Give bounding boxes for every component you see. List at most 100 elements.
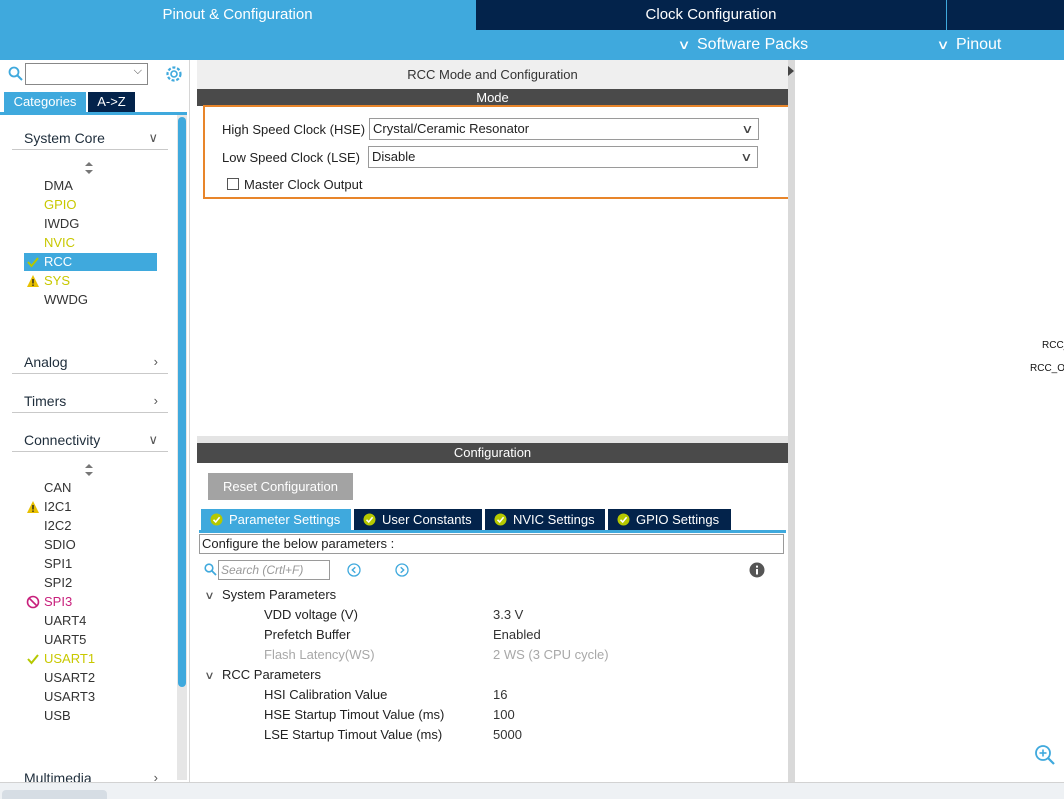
param-value[interactable]: 5000 <box>493 727 522 742</box>
group-label: System Parameters <box>222 587 337 602</box>
sort-icon[interactable] <box>84 161 94 175</box>
tab-label: GPIO Settings <box>636 512 720 527</box>
list-item-usb[interactable]: USB <box>24 707 157 725</box>
list-item-sys[interactable]: SYS <box>24 272 157 290</box>
warning-icon <box>27 501 39 513</box>
list-item-nvic[interactable]: NVIC <box>24 234 157 252</box>
check-icon <box>27 257 39 268</box>
check-circle-icon <box>210 513 223 526</box>
param-name[interactable]: HSE Startup Timout Value (ms) <box>264 707 444 722</box>
reset-configuration-button[interactable]: Reset Configuration <box>208 473 353 500</box>
list-item-uart4[interactable]: UART4 <box>24 612 157 630</box>
configure-hint: Configure the below parameters : <box>199 534 784 554</box>
panel-title: RCC Mode and Configuration <box>407 67 578 82</box>
pinout-label: Pinout <box>956 36 1002 53</box>
param-name[interactable]: VDD voltage (V) <box>264 607 358 622</box>
chevron-down-icon: ∨ <box>204 670 215 682</box>
tab-label: User Constants <box>382 512 472 527</box>
parameter-search-input[interactable]: Search (Crtl+F) <box>218 560 330 580</box>
tab-pinout-configuration[interactable]: Pinout & Configuration <box>0 0 475 30</box>
category-label: Connectivity <box>24 432 101 448</box>
chevron-down-icon: ∨ <box>148 130 158 145</box>
bottom-scroll-thumb[interactable] <box>2 790 107 799</box>
category-multimedia[interactable]: Multimedia › <box>12 766 168 782</box>
param-name[interactable]: Prefetch Buffer <box>264 627 350 642</box>
mode-header: Mode <box>197 89 788 106</box>
sort-icon[interactable] <box>84 463 94 477</box>
tab-a-z[interactable]: A->Z <box>88 92 135 112</box>
chevron-down-icon: ∨ <box>740 150 753 164</box>
tab-user-constants[interactable]: User Constants <box>354 509 482 530</box>
tab-extra[interactable] <box>947 0 1064 30</box>
list-item-usart3[interactable]: USART3 <box>24 688 157 706</box>
next-icon[interactable] <box>395 563 409 577</box>
hse-select[interactable]: Crystal/Ceramic Resonator ∨ <box>369 118 759 140</box>
left-scrollbar[interactable] <box>178 117 186 687</box>
group-rcc-parameters[interactable]: ∨ RCC Parameters <box>204 667 321 682</box>
param-value[interactable]: 100 <box>493 707 515 722</box>
list-item-uart5[interactable]: UART5 <box>24 631 157 649</box>
list-item-i2c1[interactable]: I2C1 <box>24 498 157 516</box>
top-bar: Pinout & Configuration Clock Configurati… <box>0 0 1064 60</box>
param-value[interactable]: Enabled <box>493 627 541 642</box>
tabs-underline <box>199 530 786 533</box>
category-timers[interactable]: Timers › <box>12 389 168 413</box>
list-item-i2c2[interactable]: I2C2 <box>24 517 157 535</box>
warning-icon <box>27 275 39 287</box>
mco-checkbox[interactable] <box>227 178 239 190</box>
info-icon[interactable] <box>749 562 765 578</box>
param-name[interactable]: HSI Calibration Value <box>264 687 387 702</box>
category-label: Analog <box>24 354 68 370</box>
tab-nvic-settings[interactable]: NVIC Settings <box>485 509 605 530</box>
param-name[interactable]: LSE Startup Timout Value (ms) <box>264 727 442 742</box>
chevron-right-icon: › <box>153 354 158 369</box>
check-circle-icon <box>363 513 376 526</box>
param-name: Flash Latency(WS) <box>264 647 375 662</box>
previous-icon[interactable] <box>347 563 361 577</box>
list-item-can[interactable]: CAN <box>24 479 157 497</box>
list-item-usart2[interactable]: USART2 <box>24 669 157 687</box>
tab-clock-configuration[interactable]: Clock Configuration <box>476 0 946 30</box>
list-item-iwdg[interactable]: IWDG <box>24 215 157 233</box>
tab-label: Parameter Settings <box>229 512 341 527</box>
search-combo[interactable]: ⌵ <box>25 63 148 85</box>
collapse-arrow-icon[interactable] <box>788 62 795 92</box>
list-item-label: I2C1 <box>44 499 72 514</box>
list-item-usart1[interactable]: USART1 <box>24 650 157 668</box>
chevron-down-icon: ∨ <box>148 432 158 447</box>
category-label: Multimedia <box>24 770 92 782</box>
vertical-splitter[interactable] <box>788 60 795 782</box>
hse-value: Crystal/Ceramic Resonator <box>373 121 530 136</box>
category-analog[interactable]: Analog › <box>12 350 168 374</box>
list-item-gpio[interactable]: GPIO <box>24 196 157 214</box>
pinout-menu[interactable]: ∨ Pinout <box>936 32 1001 58</box>
param-value[interactable]: 16 <box>493 687 507 702</box>
configuration-header: Configuration <box>197 443 788 463</box>
list-item-spi3[interactable]: SPI3 <box>24 593 157 611</box>
list-item-rcc[interactable]: RCC <box>24 253 157 271</box>
tab-gpio-settings[interactable]: GPIO Settings <box>608 509 731 530</box>
list-item-sdio[interactable]: SDIO <box>24 536 157 554</box>
software-packs-menu[interactable]: ∨ Software Packs <box>677 32 808 58</box>
list-item-dma[interactable]: DMA <box>24 177 157 195</box>
lse-value: Disable <box>372 149 416 164</box>
param-value[interactable]: 3.3 V <box>493 607 523 622</box>
group-system-parameters[interactable]: ∨ System Parameters <box>204 587 337 602</box>
search-icon <box>8 66 23 81</box>
category-connectivity[interactable]: Connectivity ∨ <box>12 428 168 452</box>
tab-parameter-settings[interactable]: Parameter Settings <box>201 509 351 530</box>
tab-categories[interactable]: Categories <box>4 92 86 112</box>
pinout-view[interactable] <box>795 60 1064 782</box>
category-system-core[interactable]: System Core ∨ <box>12 126 168 150</box>
param-value: 2 WS (3 CPU cycle) <box>493 647 609 662</box>
list-item-spi2[interactable]: SPI2 <box>24 574 157 592</box>
software-packs-label: Software Packs <box>697 36 809 53</box>
zoom-in-icon[interactable] <box>1034 744 1056 766</box>
gear-icon[interactable] <box>164 64 184 84</box>
panel-splitter[interactable] <box>197 436 788 443</box>
hse-label: High Speed Clock (HSE) <box>222 122 366 137</box>
list-item-label: SPI3 <box>44 594 73 609</box>
lse-select[interactable]: Disable ∨ <box>368 146 758 168</box>
list-item-wwdg[interactable]: WWDG <box>24 291 157 309</box>
list-item-spi1[interactable]: SPI1 <box>24 555 157 573</box>
